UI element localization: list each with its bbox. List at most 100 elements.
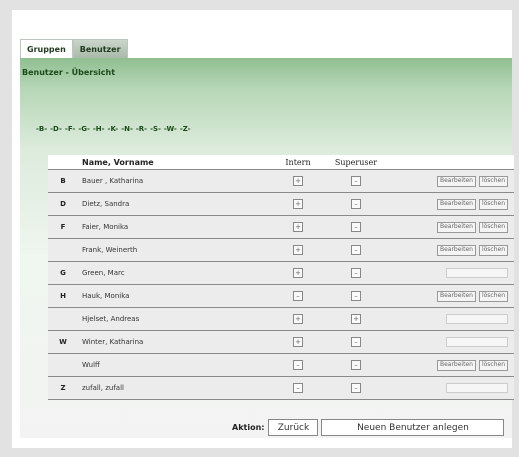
- checked-icon[interactable]: +: [293, 176, 303, 186]
- superuser-cell: –: [322, 353, 390, 377]
- col-actions-header: [390, 155, 514, 170]
- checked-icon[interactable]: +: [293, 199, 303, 209]
- row-letter: H: [48, 284, 78, 308]
- delete-button[interactable]: löschen: [478, 244, 508, 256]
- unchecked-icon[interactable]: –: [293, 383, 303, 393]
- user-table: Name, Vorname Intern Superuser B Bauer , …: [48, 155, 514, 400]
- row-actions: [390, 376, 514, 400]
- unchecked-icon[interactable]: –: [351, 176, 361, 186]
- alpha-link-d[interactable]: -D-: [50, 125, 62, 133]
- disabled-actions: [446, 268, 508, 278]
- edit-button[interactable]: Bearbeiten: [436, 244, 476, 256]
- table-row: G Green, Marc + –: [48, 261, 514, 285]
- col-letter-header: [48, 155, 78, 170]
- unchecked-icon[interactable]: –: [351, 383, 361, 393]
- row-name: Faier, Monika: [78, 215, 274, 239]
- superuser-cell: –: [322, 215, 390, 239]
- user-table-wrap: Name, Vorname Intern Superuser B Bauer , …: [48, 155, 514, 400]
- checked-icon[interactable]: +: [293, 268, 303, 278]
- superuser-cell: –: [322, 330, 390, 354]
- edit-button[interactable]: Bearbeiten: [436, 175, 476, 187]
- table-row: F Faier, Monika + – Bearbeiten löschen: [48, 215, 514, 239]
- intern-cell: +: [274, 192, 322, 216]
- intern-cell: +: [274, 215, 322, 239]
- unchecked-icon[interactable]: –: [293, 360, 303, 370]
- table-row: Zzufall, zufall – –: [48, 376, 514, 400]
- superuser-cell: –: [322, 261, 390, 285]
- table-row: Frank, Weinerth + – Bearbeiten löschen: [48, 238, 514, 262]
- row-actions: Bearbeiten löschen: [390, 353, 514, 377]
- row-letter: Z: [48, 376, 78, 400]
- action-bar: Aktion: Zurück Neuen Benutzer anlegen: [232, 419, 505, 436]
- unchecked-icon[interactable]: –: [293, 291, 303, 301]
- alpha-link-w[interactable]: -W-: [164, 125, 177, 133]
- alpha-link-r[interactable]: -R-: [136, 125, 147, 133]
- unchecked-icon[interactable]: –: [351, 360, 361, 370]
- checked-icon[interactable]: +: [293, 222, 303, 232]
- unchecked-icon[interactable]: –: [351, 268, 361, 278]
- row-name: Hauk, Monika: [78, 284, 274, 308]
- alpha-link-n[interactable]: -N-: [121, 125, 133, 133]
- edit-button[interactable]: Bearbeiten: [436, 290, 476, 302]
- delete-button[interactable]: löschen: [478, 198, 508, 210]
- row-letter: G: [48, 261, 78, 285]
- row-actions: Bearbeiten löschen: [390, 169, 514, 193]
- tab-benutzer[interactable]: Benutzer: [72, 39, 128, 58]
- unchecked-icon[interactable]: –: [351, 337, 361, 347]
- edit-button[interactable]: Bearbeiten: [436, 221, 476, 233]
- row-actions: [390, 261, 514, 285]
- table-row: D Dietz, Sandra + – Bearbeiten löschen: [48, 192, 514, 216]
- row-actions: Bearbeiten löschen: [390, 192, 514, 216]
- unchecked-icon[interactable]: –: [351, 199, 361, 209]
- delete-button[interactable]: löschen: [478, 290, 508, 302]
- alpha-link-h[interactable]: -H-: [93, 125, 105, 133]
- row-letter: [48, 307, 78, 331]
- row-letter: [48, 353, 78, 377]
- alpha-link-s[interactable]: -S-: [150, 125, 161, 133]
- checked-icon[interactable]: +: [293, 337, 303, 347]
- superuser-cell: –: [322, 284, 390, 308]
- checked-icon[interactable]: +: [351, 314, 361, 324]
- edit-button[interactable]: Bearbeiten: [436, 198, 476, 210]
- tab-gruppen[interactable]: Gruppen: [20, 39, 73, 58]
- table-row: Wulff – – Bearbeiten löschen: [48, 353, 514, 377]
- unchecked-icon[interactable]: –: [351, 222, 361, 232]
- delete-button[interactable]: löschen: [478, 221, 508, 233]
- table-row: B Bauer , Katharina + – Bearbeiten löschen: [48, 169, 514, 193]
- intern-cell: –: [274, 284, 322, 308]
- superuser-cell: –: [322, 238, 390, 262]
- edit-button[interactable]: Bearbeiten: [436, 359, 476, 371]
- unchecked-icon[interactable]: –: [351, 245, 361, 255]
- disabled-actions: [446, 337, 508, 347]
- row-actions: [390, 330, 514, 354]
- back-button[interactable]: Zurück: [268, 419, 319, 436]
- intern-cell: +: [274, 307, 322, 331]
- delete-button[interactable]: löschen: [478, 359, 508, 371]
- action-label: Aktion:: [232, 423, 265, 432]
- new-user-button[interactable]: Neuen Benutzer anlegen: [321, 419, 505, 436]
- alpha-link-b[interactable]: -B-: [36, 125, 47, 133]
- unchecked-icon[interactable]: –: [351, 291, 361, 301]
- intern-cell: +: [274, 238, 322, 262]
- delete-button[interactable]: löschen: [478, 175, 508, 187]
- alpha-link-z[interactable]: -Z-: [180, 125, 191, 133]
- alpha-link-f[interactable]: -F-: [65, 125, 75, 133]
- tab-bar: Gruppen Benutzer: [20, 39, 128, 58]
- row-letter: W: [48, 330, 78, 354]
- row-name: Frank, Weinerth: [78, 238, 274, 262]
- checked-icon[interactable]: +: [293, 314, 303, 324]
- checked-icon[interactable]: +: [293, 245, 303, 255]
- intern-cell: –: [274, 376, 322, 400]
- superuser-cell: –: [322, 376, 390, 400]
- row-name: Green, Marc: [78, 261, 274, 285]
- row-letter: [48, 238, 78, 262]
- alphabet-filter: -B- -D- -F- -G- -H- -K- -N- -R- -S- -W- …: [36, 125, 191, 133]
- alpha-link-g[interactable]: -G-: [78, 125, 90, 133]
- table-header-row: Name, Vorname Intern Superuser: [48, 155, 514, 170]
- page-title: Benutzer - Übersicht: [22, 68, 116, 77]
- superuser-cell: –: [322, 169, 390, 193]
- col-name-header: Name, Vorname: [78, 155, 274, 170]
- table-row: W Winter, Katharina + –: [48, 330, 514, 354]
- alpha-link-k[interactable]: -K-: [108, 125, 119, 133]
- row-actions: [390, 307, 514, 331]
